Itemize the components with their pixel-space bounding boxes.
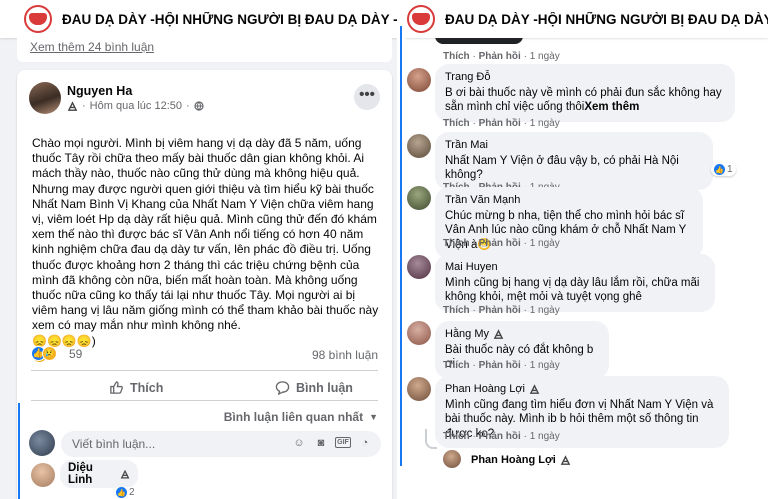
comment-author[interactable]: Hằng My xyxy=(445,327,489,342)
member-badge-icon xyxy=(120,469,130,478)
comment-bubble: Trang Đỗ B ơi bài thuốc này về mình có p… xyxy=(435,64,735,122)
reaction-summary[interactable]: 👍 😢 59 xyxy=(31,346,82,361)
avatar[interactable] xyxy=(407,321,431,345)
more-options-button[interactable]: ••• xyxy=(354,84,380,110)
avatar[interactable] xyxy=(443,450,461,468)
group-title[interactable]: ĐAU DẠ DÀY -HỘI NHỮNG NGƯỜI BỊ ĐAU DẠ DÀ… xyxy=(445,12,768,27)
post-author[interactable]: Nguyen Ha xyxy=(67,84,132,98)
see-more-link[interactable]: Xem thêm xyxy=(584,101,639,113)
reply-thread-line xyxy=(425,429,437,449)
comment-actions: Thích · Phản hồi · 1 ngày xyxy=(443,431,560,442)
view-more-comments[interactable]: Xem thêm 24 bình luận xyxy=(17,38,392,62)
composer-tools: ☺ ◙ GIF ◔ xyxy=(291,435,373,451)
comment-time[interactable]: 1 ngày xyxy=(530,431,560,442)
divider xyxy=(31,400,378,401)
comment-icon xyxy=(275,381,290,395)
member-badge-icon xyxy=(529,384,540,394)
comment-bubble: Diệu Linh xyxy=(60,460,138,488)
comment-author[interactable]: Diệu Linh xyxy=(68,462,116,486)
avatar[interactable] xyxy=(407,134,431,158)
avatar[interactable] xyxy=(407,186,431,210)
reply-link[interactable]: Phản hồi xyxy=(479,51,521,62)
avatar[interactable] xyxy=(407,255,431,279)
avatar[interactable] xyxy=(31,463,55,487)
group-title[interactable]: ĐAU DẠ DÀY -HỘI NHỮNG NGƯỜI BỊ ĐAU DẠ DÀ… xyxy=(62,12,397,27)
reply-link[interactable]: Phản hồi xyxy=(479,360,521,371)
comment-author[interactable]: Trần Mai xyxy=(445,138,703,153)
comment-input[interactable]: Viết bình luận... ☺ ◙ GIF ◔ xyxy=(61,431,381,457)
like-link[interactable]: Thích xyxy=(443,51,470,62)
comment-time[interactable]: 1 ngày xyxy=(530,118,560,129)
group-header[interactable]: ĐAU DẠ DÀY -HỘI NHỮNG NGƯỜI BỊ ĐAU DẠ DÀ… xyxy=(0,0,397,38)
comment-author[interactable]: Phan Hoàng Lợi xyxy=(445,382,525,397)
post-body: Chào mọi người. Mình bị viêm hang vị dạ … xyxy=(32,136,382,364)
post-emoji-line: 😞😞😞😞) xyxy=(32,333,96,348)
comment-count[interactable]: 98 bình luận xyxy=(312,348,378,362)
post-time[interactable]: Hôm qua lúc 12:50 xyxy=(90,100,182,112)
avatar[interactable] xyxy=(29,82,61,114)
comment-bubble: Mai Huyen Mình cũng bị hang vị dạ dày lâ… xyxy=(435,254,715,312)
member-badge-icon xyxy=(67,100,78,111)
like-button[interactable]: Thích xyxy=(109,380,163,395)
like-reaction-icon: 👍 xyxy=(714,164,725,175)
post-meta: · Hôm qua lúc 12:50 · xyxy=(67,100,204,112)
member-badge-icon xyxy=(560,454,571,465)
comment-actions: Thích · Phản hồi · 1 ngày xyxy=(443,238,560,249)
comment-actions: Thích · Phản hồi · 1 ngày xyxy=(443,118,560,129)
sad-reaction-icon: 😢 xyxy=(42,346,57,361)
reply-link[interactable]: Phản hồi xyxy=(479,238,521,249)
left-panel: ĐAU DẠ DÀY -HỘI NHỮNG NGƯỜI BỊ ĐAU DẠ DÀ… xyxy=(0,0,397,499)
comment-sort-dropdown[interactable]: Bình luận liên quan nhất ▼ xyxy=(224,410,378,424)
reply-link[interactable]: Phản hồi xyxy=(479,118,521,129)
comment-text: Mình cũng bị hang vị dạ dày lâu lắm rồi,… xyxy=(445,276,700,304)
comment-button[interactable]: Bình luận xyxy=(275,380,353,395)
comment-actions: Thích · Phản hồi · 1 ngày xyxy=(443,305,560,316)
reaction-count: 59 xyxy=(69,346,83,361)
comment-actions: Thích · Phản hồi · 1 ngày xyxy=(443,360,560,371)
comment-author[interactable]: Trang Đỗ xyxy=(445,70,725,85)
avatar[interactable] xyxy=(407,68,431,92)
reply-link[interactable]: Phản hồi xyxy=(479,431,521,442)
comment-bubble: Trần Mai Nhất Nam Y Viện ở đâu vậy b, có… xyxy=(435,132,713,190)
comment-author[interactable]: Mai Huyen xyxy=(445,260,705,275)
comment-actions: Thích · Phản hồi · 1 ngày xyxy=(443,51,560,62)
panel-separator xyxy=(397,0,405,499)
like-link[interactable]: Thích xyxy=(443,431,470,442)
thread-line xyxy=(18,403,20,499)
comment-time[interactable]: 1 ngày xyxy=(530,51,560,62)
comment-author[interactable]: Trần Văn Mạnh xyxy=(445,193,693,208)
reply-link[interactable]: Phản hồi xyxy=(479,305,521,316)
comment-reactions[interactable]: 👍 2 xyxy=(114,487,137,498)
avatar[interactable] xyxy=(407,377,431,401)
like-link[interactable]: Thích xyxy=(443,238,470,249)
camera-icon[interactable]: ◙ xyxy=(313,435,329,451)
thumbs-up-icon xyxy=(110,381,123,394)
post-card: Nguyen Ha · Hôm qua lúc 12:50 · ••• Chào… xyxy=(17,70,392,499)
gif-icon[interactable]: GIF xyxy=(335,437,351,448)
like-link[interactable]: Thích xyxy=(443,118,470,129)
like-link[interactable]: Thích xyxy=(443,360,470,371)
reply-author[interactable]: Phan Hoàng Lợi xyxy=(471,454,556,466)
like-reaction-icon: 👍 xyxy=(116,487,127,498)
comment-text: Nhất Nam Y Viện ở đâu vậy b, có phải Hà … xyxy=(445,154,679,182)
globe-icon xyxy=(194,101,204,111)
like-link[interactable]: Thích xyxy=(443,305,470,316)
group-logo xyxy=(24,5,52,33)
comment-time[interactable]: 1 ngày xyxy=(530,238,560,249)
member-badge-icon xyxy=(493,329,504,339)
group-logo xyxy=(407,5,435,33)
right-panel: ĐAU DẠ DÀY -HỘI NHỮNG NGƯỜI BỊ ĐAU DẠ DÀ… xyxy=(405,0,768,499)
comment-time[interactable]: 1 ngày xyxy=(530,360,560,371)
emoji-icon[interactable]: ☺ xyxy=(291,435,307,451)
sticker-icon[interactable]: ◔ xyxy=(357,435,373,451)
avatar[interactable] xyxy=(29,430,55,456)
divider xyxy=(31,370,378,371)
post-text: Chào mọi người. Mình bị viêm hang vị dạ … xyxy=(32,136,379,333)
comment-reactions[interactable]: 👍 1 xyxy=(711,163,736,176)
reply-preview[interactable]: Phan Hoàng Lợi xyxy=(471,454,571,466)
comment-time[interactable]: 1 ngày xyxy=(530,305,560,316)
group-header[interactable]: ĐAU DẠ DÀY -HỘI NHỮNG NGƯỜI BỊ ĐAU DẠ DÀ… xyxy=(405,0,768,38)
caret-down-icon: ▼ xyxy=(369,412,378,422)
